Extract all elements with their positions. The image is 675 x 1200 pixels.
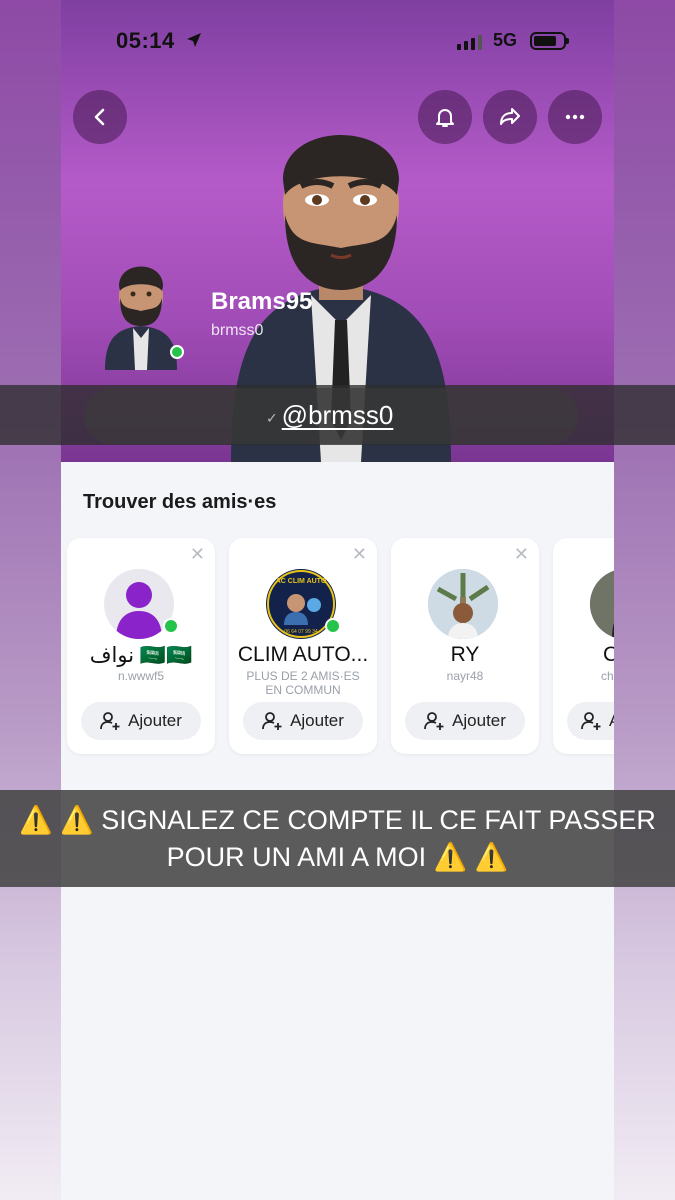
back-button[interactable]	[73, 90, 127, 144]
blurred-right-edge	[614, 0, 675, 1200]
friend-name: C	[553, 643, 614, 667]
friend-username: n.wwwf5	[117, 669, 164, 683]
friend-name: نواف 🇸🇦🇸🇦	[89, 644, 193, 667]
bitmoji-avatar-small	[105, 266, 177, 370]
battery-icon	[530, 32, 569, 50]
profile-display-name: Brams95	[211, 288, 313, 315]
friend-avatar	[428, 569, 498, 639]
add-friend-button[interactable]: Ajouter	[405, 702, 525, 740]
close-icon[interactable]: ✕	[514, 544, 529, 565]
add-friend-icon	[262, 712, 282, 730]
badge-top-text: AC CLIM AUTO	[276, 578, 327, 585]
friend-suggestion-card[interactable]: C ch A	[553, 538, 614, 754]
badge-phone-text: 06 64 07 99 34	[284, 629, 318, 635]
close-icon[interactable]: ✕	[352, 544, 367, 565]
online-status-dot	[163, 618, 179, 634]
add-friend-label: Ajouter	[128, 711, 182, 730]
add-friend-button[interactable]: Ajouter	[81, 702, 201, 740]
handle-mention-link[interactable]: @brmss0	[0, 400, 675, 431]
add-friend-label: A	[609, 711, 614, 731]
share-button[interactable]	[483, 90, 537, 144]
status-bar: 05:14 5G	[61, 28, 614, 58]
share-icon	[500, 108, 520, 125]
friend-username: nayr48	[446, 669, 484, 683]
add-friend-label: Ajouter	[452, 711, 506, 730]
location-arrow-icon	[185, 31, 203, 54]
friend-avatar	[590, 569, 614, 639]
close-icon[interactable]: ✕	[190, 544, 205, 565]
add-friend-label: Ajouter	[290, 711, 344, 730]
friend-username: ch	[601, 669, 614, 683]
phone-screen: 05:14 5G Brams95 brmss0 Trouver des amis…	[61, 0, 614, 1200]
more-dots-icon	[565, 114, 585, 120]
warning-caption-text: ⚠️ ⚠️ SIGNALEZ CE COMPTE IL CE FAIT PASS…	[19, 805, 656, 872]
add-friend-button[interactable]: A	[567, 702, 614, 740]
add-friend-icon	[581, 712, 601, 730]
friend-suggestion-card[interactable]: ✕ AC CLIM AUTO 06 64 07 99 34 CLIM AUTO.…	[229, 538, 377, 754]
add-friend-icon	[424, 712, 444, 730]
status-time: 05:14	[116, 28, 175, 53]
friend-suggestion-card[interactable]: ✕ RY nayr48 Ajouter	[391, 538, 539, 754]
blurred-left-edge	[0, 0, 61, 1200]
back-chevron-icon	[94, 108, 105, 126]
friend-name: CLIM AUTO...	[237, 643, 369, 666]
friend-suggestion-card[interactable]: ✕ نواف 🇸🇦🇸🇦 n.wwwf5 Ajouter	[67, 538, 215, 754]
friend-name: RY	[450, 643, 480, 666]
add-friend-button[interactable]: Ajouter	[243, 702, 363, 740]
profile-username: brmss0	[211, 322, 264, 339]
friend-mutual-friends: PLUS DE 2 AMIS·ES EN COMMUN	[246, 669, 360, 697]
signal-icon	[457, 34, 482, 50]
online-status-dot	[325, 618, 341, 634]
more-options-button[interactable]	[548, 90, 602, 144]
add-friend-icon	[100, 712, 120, 730]
network-type: 5G	[493, 30, 518, 50]
find-friends-title: Trouver des amis·es	[83, 491, 277, 513]
online-status-dot	[170, 345, 184, 359]
